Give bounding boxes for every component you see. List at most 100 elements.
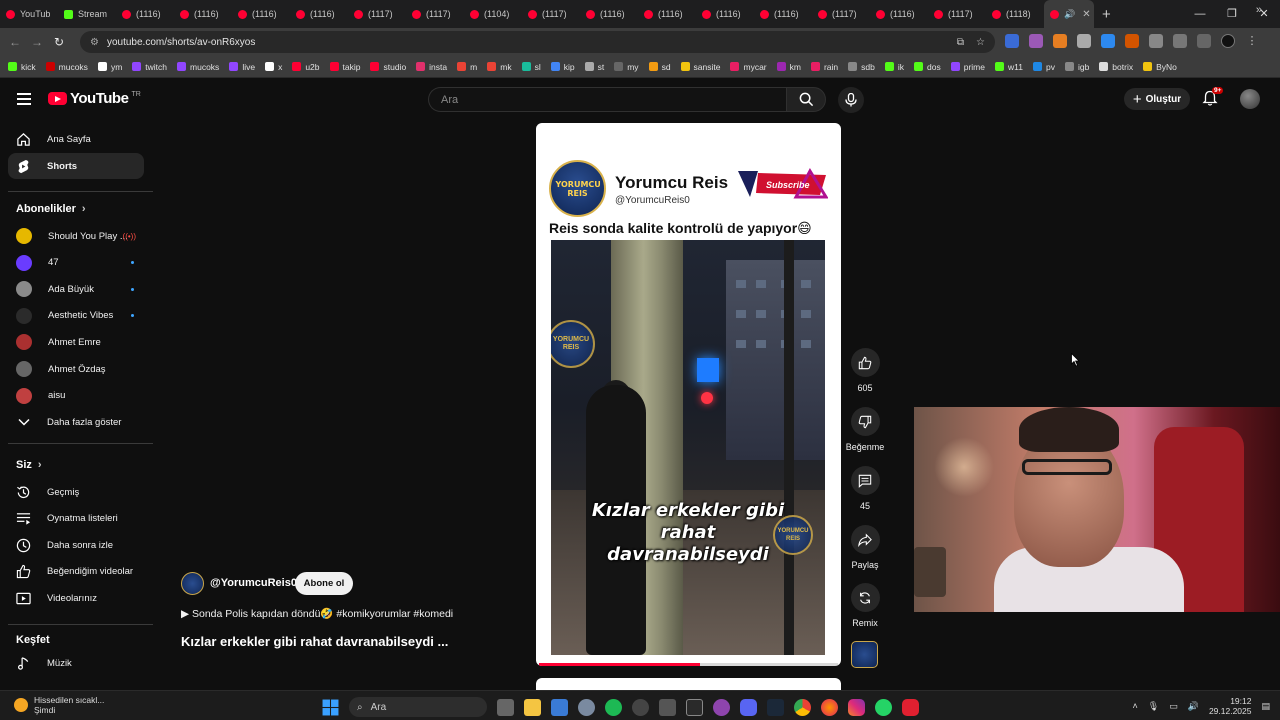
bookmark-item[interactable]: insta	[416, 62, 447, 72]
video-frame[interactable]: YORUMCU REIS YORUMCU REIS Kızlar erkekle…	[551, 240, 825, 655]
dislike-button[interactable]: Beğenme	[845, 407, 885, 452]
discord-icon[interactable]	[740, 698, 757, 716]
app-icon[interactable]	[902, 698, 919, 716]
browser-tab[interactable]: (1118)	[986, 0, 1044, 28]
site-info-icon[interactable]: ⚙	[90, 37, 99, 48]
search-button[interactable]	[786, 87, 826, 112]
settings-icon[interactable]	[578, 698, 595, 716]
whatsapp-icon[interactable]	[875, 698, 892, 716]
close-window-icon[interactable]: ✕	[1248, 0, 1280, 28]
next-short-preview[interactable]	[536, 678, 841, 690]
app-icon[interactable]	[632, 698, 649, 716]
youtube-logo[interactable]: YouTube TR	[48, 90, 141, 107]
bookmark-item[interactable]: pv	[1032, 62, 1055, 72]
steam-icon[interactable]	[767, 698, 784, 716]
restore-icon[interactable]: ❐	[1216, 0, 1248, 28]
bookmark-item[interactable]: live	[229, 62, 255, 72]
channel-avatar[interactable]	[181, 572, 204, 595]
browser-tab[interactable]: (1116)	[116, 0, 174, 28]
subscription-item[interactable]: Ahmet Özdaş	[8, 356, 144, 382]
reload-icon[interactable]: ↻	[48, 35, 70, 49]
clock[interactable]: 19:12 29.12.2025	[1209, 696, 1252, 716]
sidebar-item-shorts[interactable]: Shorts	[8, 153, 144, 179]
bookmark-item[interactable]: prime	[950, 62, 985, 72]
bookmark-item[interactable]: sansite	[680, 62, 720, 72]
bookmark-item[interactable]: st	[584, 62, 604, 72]
browser-tab[interactable]: (1116)	[754, 0, 812, 28]
browser-tab[interactable]: (1116)	[870, 0, 928, 28]
omnibox[interactable]: ⚙ youtube.com/shorts/av-onR6xyos ⧉ ☆	[80, 31, 995, 53]
browser-tab[interactable]: (1116)	[174, 0, 232, 28]
notification-center-icon[interactable]: ▤	[1261, 701, 1270, 712]
show-more-button[interactable]: Daha fazla göster	[8, 409, 144, 435]
extension-icon[interactable]	[1101, 34, 1115, 48]
bookmark-item[interactable]: w11	[995, 62, 1023, 72]
bookmark-item[interactable]: mucoks	[177, 62, 219, 72]
task-view-icon[interactable]	[497, 698, 514, 716]
bookmark-item[interactable]: igb	[1064, 62, 1089, 72]
bookmark-item[interactable]: kick	[8, 62, 36, 72]
subscription-item[interactable]: aisu	[8, 383, 144, 409]
subscription-item[interactable]: Ahmet Emre	[8, 329, 144, 355]
browser-tab[interactable]: (1116)	[290, 0, 348, 28]
store-icon[interactable]	[551, 698, 568, 716]
bookmark-item[interactable]: ByNo	[1143, 62, 1177, 72]
bookmark-item[interactable]: botrix	[1099, 62, 1133, 72]
extension-icon[interactable]	[1029, 34, 1043, 48]
media-icon[interactable]	[1197, 34, 1211, 48]
subscription-item[interactable]: Aesthetic Vibes	[8, 303, 144, 329]
bookmark-item[interactable]: ym	[97, 62, 122, 72]
sidebar-item-watch-later[interactable]: Daha sonra izle	[8, 532, 144, 558]
bookmark-item[interactable]: x	[265, 62, 282, 72]
extension-icon[interactable]	[1077, 34, 1091, 48]
bookmark-item[interactable]: ik	[884, 62, 904, 72]
browser-tab[interactable]: (1116)	[232, 0, 290, 28]
bookmark-item[interactable]: mycar	[730, 62, 767, 72]
bookmark-item[interactable]: km	[776, 62, 801, 72]
bookmark-item[interactable]: sd	[648, 62, 671, 72]
file-explorer-icon[interactable]	[524, 698, 541, 716]
firefox-icon[interactable]	[821, 698, 838, 716]
browser-tab[interactable]: (1117)	[406, 0, 464, 28]
bookmark-item[interactable]: mucoks	[45, 62, 88, 72]
sidebar-item-liked[interactable]: Beğendiğim videolar	[8, 559, 144, 585]
browser-tab[interactable]: (1116)	[638, 0, 696, 28]
menu-kebab-icon[interactable]: ⋮	[1245, 34, 1259, 48]
bookmark-item[interactable]: twitch	[132, 62, 167, 72]
subscription-item[interactable]: Ada Büyük	[8, 276, 144, 302]
sidebar-item-your-videos[interactable]: Videolarınız	[8, 585, 144, 611]
instagram-icon[interactable]	[848, 698, 865, 716]
taskbar-search[interactable]: ⌕ Ara	[349, 697, 487, 717]
browser-tab[interactable]: (1104)	[464, 0, 522, 28]
back-icon[interactable]: ←	[4, 35, 26, 49]
search-input[interactable]	[441, 93, 786, 106]
video-progress-bar[interactable]	[539, 663, 838, 666]
voice-search-button[interactable]	[838, 87, 864, 113]
close-tab-icon[interactable]: ✕	[1082, 9, 1090, 20]
app-icon[interactable]	[686, 698, 703, 716]
notifications-button[interactable]: 9+	[1202, 87, 1224, 108]
comments-button[interactable]: 45	[845, 466, 885, 511]
bookmark-item[interactable]: kip	[550, 62, 575, 72]
install-app-icon[interactable]: ⧉	[957, 37, 964, 48]
shorts-player[interactable]: YORUMCU REIS Yorumcu Reis @YorumcuReis0 …	[536, 123, 841, 666]
tray-overflow-icon[interactable]: ˄	[1133, 701, 1138, 711]
profile-icon[interactable]	[1221, 34, 1235, 48]
bookmark-item[interactable]: studio	[370, 62, 406, 72]
weather-widget[interactable]: Hissedilen sıcakl... Şimdi	[14, 695, 104, 715]
bookmark-item[interactable]: sdb	[848, 62, 875, 72]
volume-icon[interactable]: 🔊	[1188, 701, 1199, 712]
subscribe-button[interactable]: Abone ol	[295, 572, 353, 595]
browser-tab[interactable]: (1116)	[696, 0, 754, 28]
speaker-icon[interactable]: 🔊	[1064, 9, 1075, 20]
minimize-icon[interactable]: —	[1184, 0, 1216, 28]
bookmark-star-icon[interactable]: ☆	[976, 37, 985, 48]
bookmark-item[interactable]: rain	[810, 62, 838, 72]
extension-icon[interactable]	[1005, 34, 1019, 48]
browser-tab[interactable]: Stream	[58, 0, 116, 28]
browser-tab[interactable]: (1117)	[812, 0, 870, 28]
sound-thumbnail[interactable]	[851, 641, 878, 668]
subscription-item[interactable]: Should You Play ... ((•))	[8, 223, 144, 249]
you-header[interactable]: Siz ›	[16, 459, 42, 471]
sidebar-item-history[interactable]: Geçmiş	[8, 479, 144, 505]
